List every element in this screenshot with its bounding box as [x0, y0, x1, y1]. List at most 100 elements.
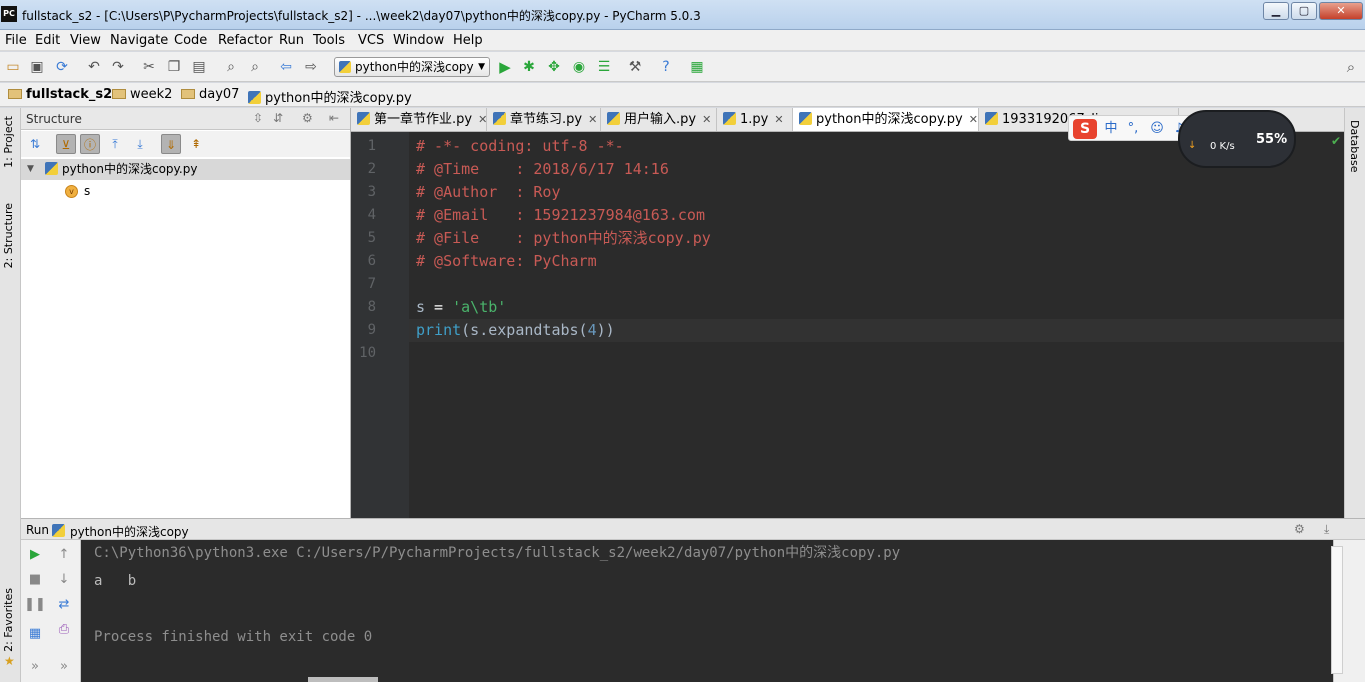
- tab-database[interactable]: Database: [1348, 120, 1361, 173]
- network-speed-widget: ↓ 0 K/s 55%: [1178, 110, 1296, 168]
- expand-all-icon[interactable]: ⤒: [105, 134, 125, 154]
- tab-active-file[interactable]: python中的深浅copy.py ✕: [793, 108, 979, 131]
- tab-chapter-homework[interactable]: 第一章节作业.py ✕: [351, 108, 487, 131]
- menu-tools[interactable]: Tools: [313, 33, 345, 48]
- python-file-icon: [985, 112, 998, 125]
- menu-edit[interactable]: Edit: [35, 33, 60, 48]
- expand-arrow-icon[interactable]: ▼: [27, 159, 34, 180]
- debug-icon[interactable]: ✱: [520, 58, 538, 76]
- paste-icon[interactable]: ▤: [190, 58, 208, 76]
- close-tab-icon[interactable]: ✕: [774, 113, 783, 126]
- scroll-up-icon[interactable]: ↑: [53, 544, 75, 566]
- find-icon[interactable]: ⌕: [222, 58, 240, 76]
- gear-icon[interactable]: ⚙: [1294, 522, 1305, 536]
- close-tab-icon[interactable]: ✕: [478, 113, 487, 126]
- line-number: 9: [367, 322, 376, 338]
- minimize-button[interactable]: ▁: [1263, 2, 1289, 20]
- menu-refactor[interactable]: Refactor: [218, 33, 273, 48]
- gear-icon[interactable]: ⚙: [302, 111, 313, 125]
- run-console[interactable]: C:\Python36\python3.exe C:/Users/P/Pycha…: [81, 540, 1333, 682]
- hide-panel-icon[interactable]: ⇤: [329, 111, 339, 125]
- vcs-icon[interactable]: ▦: [688, 58, 706, 76]
- sort-alpha-icon[interactable]: ⇅: [25, 134, 45, 154]
- run-config-name[interactable]: python中的深浅copy: [70, 523, 189, 540]
- tab-1-py[interactable]: 1.py ✕: [717, 108, 793, 131]
- run-config-select[interactable]: python中的深浅copy ▼: [334, 57, 490, 77]
- soft-wrap-icon[interactable]: ⇄: [53, 594, 75, 616]
- tab-favorites[interactable]: 2: Favorites: [2, 588, 15, 652]
- collapse-icon[interactable]: ⇵: [273, 111, 283, 125]
- search-everywhere-icon[interactable]: ⌕: [1342, 58, 1360, 76]
- pause-icon[interactable]: ❚❚: [24, 594, 46, 616]
- menu-navigate[interactable]: Navigate: [110, 33, 168, 48]
- help-icon[interactable]: ?: [657, 58, 675, 76]
- scroll-down-icon[interactable]: ↓: [53, 569, 75, 591]
- breadcrumb-file[interactable]: python中的深浅copy.py: [248, 87, 412, 106]
- menu-bar: File Edit View Navigate Code Refactor Ru…: [0, 30, 1365, 51]
- ime-mode[interactable]: 中: [1101, 120, 1121, 138]
- menu-vcs[interactable]: VCS: [358, 33, 384, 48]
- open-folder-icon[interactable]: ▭: [4, 58, 22, 76]
- show-fields-icon[interactable]: ⊻: [56, 134, 76, 154]
- menu-help[interactable]: Help: [453, 33, 483, 48]
- layout-icon[interactable]: ▦: [24, 623, 46, 645]
- run-panel-header: Run python中的深浅copy ⚙ ⤓: [21, 518, 1365, 540]
- menu-view[interactable]: View: [70, 33, 101, 48]
- tree-child-item[interactable]: vs: [65, 181, 90, 202]
- run-icon[interactable]: ▶: [496, 58, 514, 76]
- line-number: 4: [367, 207, 376, 223]
- autoscroll-to-source-icon[interactable]: ⇓: [161, 134, 181, 154]
- breadcrumb-week2[interactable]: week2: [112, 87, 172, 104]
- settings-icon[interactable]: ⚒: [626, 58, 644, 76]
- concurrency-icon[interactable]: ☰: [595, 58, 613, 76]
- python-file-icon: [52, 524, 65, 537]
- profile-icon[interactable]: ◉: [570, 58, 588, 76]
- menu-run[interactable]: Run: [279, 33, 304, 48]
- smiley-icon[interactable]: ☺: [1147, 120, 1167, 138]
- more-icon[interactable]: »: [24, 656, 46, 678]
- python-file-icon: [493, 112, 506, 125]
- undo-icon[interactable]: ↶: [85, 58, 103, 76]
- tab-project[interactable]: 1: Project: [2, 116, 15, 168]
- cut-icon[interactable]: ✂: [140, 58, 158, 76]
- code-line-3: # @Author : Roy: [416, 183, 561, 201]
- hide-panel-icon[interactable]: ⤓: [1324, 522, 1329, 537]
- redo-icon[interactable]: ↷: [109, 58, 127, 76]
- more-icon[interactable]: »: [53, 656, 75, 678]
- maximize-button[interactable]: ▢: [1291, 2, 1317, 20]
- horizontal-scrollbar[interactable]: [308, 677, 378, 682]
- tree-root-item[interactable]: ▼ python中的深浅copy.py: [21, 159, 350, 180]
- collapse-all-icon[interactable]: ⤓: [130, 134, 150, 154]
- sync-icon[interactable]: ⟳: [53, 58, 71, 76]
- autoscroll-from-source-icon[interactable]: ⇞: [186, 134, 206, 154]
- run-toolbar: ▶ ↑ ■ ↓ ❚❚ ⇄ ▦ ⎙ » »: [21, 540, 81, 682]
- close-tab-icon[interactable]: ✕: [702, 113, 711, 126]
- print-icon[interactable]: ⎙: [53, 619, 75, 641]
- menu-file[interactable]: File: [5, 33, 27, 48]
- close-tab-icon[interactable]: ✕: [588, 113, 597, 126]
- save-icon[interactable]: ▣: [28, 58, 46, 76]
- back-icon[interactable]: ⇦: [277, 58, 295, 76]
- forward-icon[interactable]: ⇨: [302, 58, 320, 76]
- rerun-icon[interactable]: ▶: [24, 544, 46, 566]
- python-file-icon: [45, 162, 58, 175]
- code-editor[interactable]: 1 2 3 4 5 6 7 8 9 10 # -*- coding: utf-8…: [351, 132, 1344, 518]
- expand-icon[interactable]: ⇳: [253, 111, 263, 125]
- menu-window[interactable]: Window: [393, 33, 444, 48]
- tab-user-input[interactable]: 用户输入.py ✕: [601, 108, 717, 131]
- close-tab-icon[interactable]: ✕: [969, 113, 978, 126]
- coverage-icon[interactable]: ✥: [545, 58, 563, 76]
- tab-structure[interactable]: 2: Structure: [2, 203, 15, 268]
- show-inherited-icon[interactable]: ⓘ: [80, 134, 100, 154]
- replace-icon[interactable]: ⌕: [246, 58, 264, 76]
- menu-code[interactable]: Code: [174, 33, 207, 48]
- ime-punct[interactable]: °,: [1123, 120, 1143, 138]
- inspection-ok-icon: ✔: [1331, 134, 1342, 148]
- tab-chapter-practice[interactable]: 章节练习.py ✕: [487, 108, 601, 131]
- copy-icon[interactable]: ❐: [165, 58, 183, 76]
- console-scrollbar[interactable]: [1331, 546, 1343, 674]
- close-button[interactable]: ✕: [1319, 2, 1363, 20]
- breadcrumb-day07[interactable]: day07: [181, 87, 239, 104]
- breadcrumb-project[interactable]: fullstack_s2: [8, 87, 112, 104]
- stop-icon[interactable]: ■: [24, 569, 46, 591]
